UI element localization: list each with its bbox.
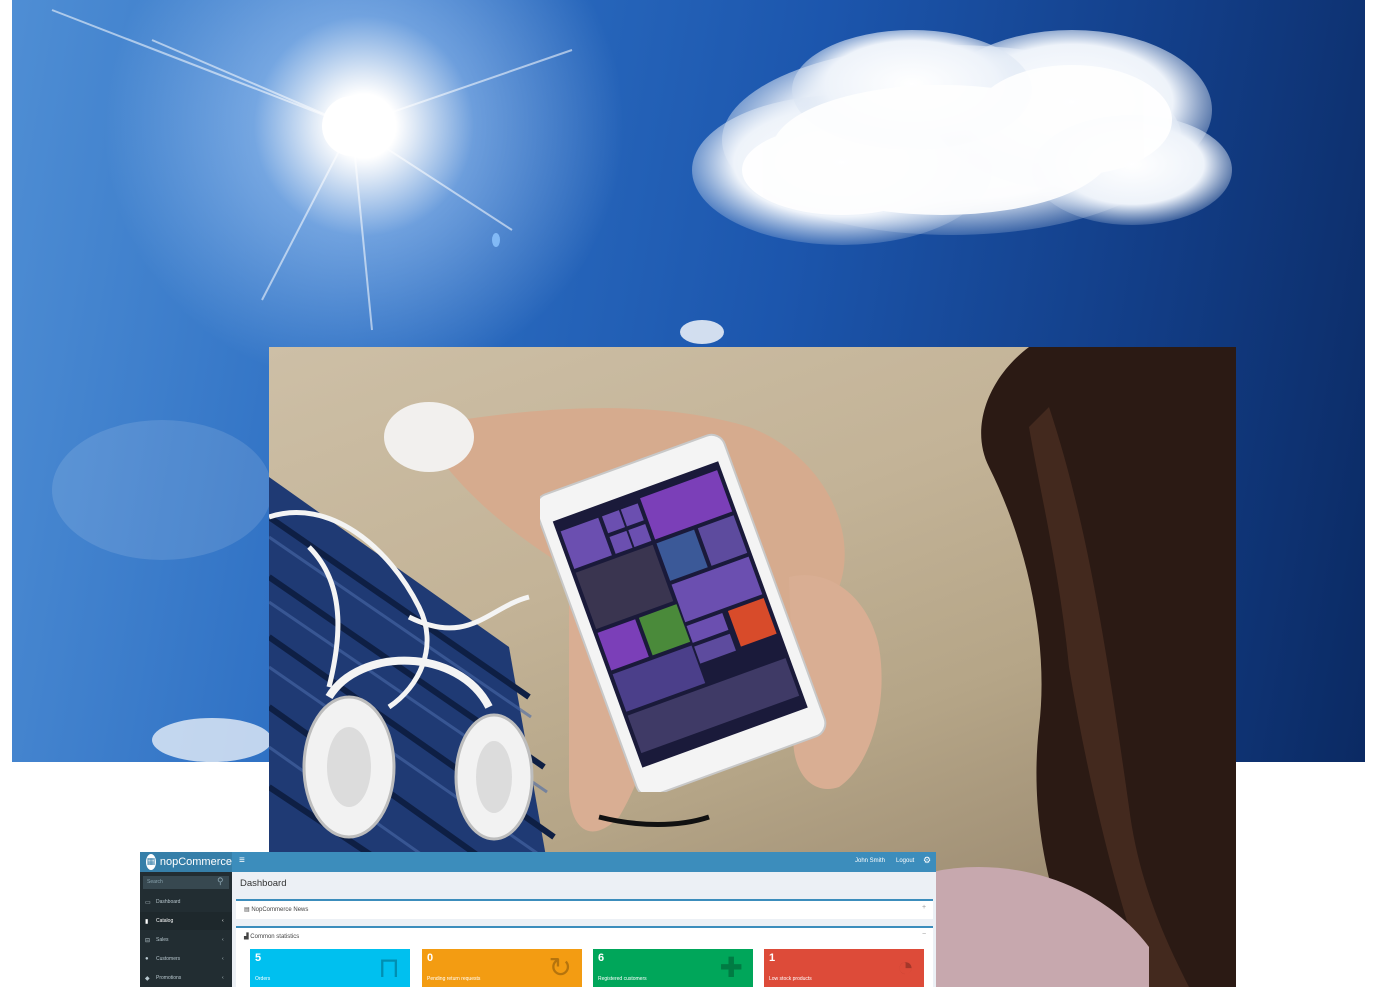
sidebar-item-label: Dashboard	[156, 899, 181, 905]
chevron-left-icon: ‹	[222, 975, 224, 981]
menu-toggle-icon[interactable]: ≡	[239, 855, 245, 866]
sidebar: Search ⚲ ▭ Dashboard ▮ Catalog ‹ ⊟ Sales…	[140, 872, 232, 987]
user-name-link[interactable]: John Smith	[855, 858, 885, 864]
sidebar-search-input[interactable]: Search ⚲	[143, 876, 229, 889]
stat-value: 0	[427, 952, 434, 964]
stat-value: 1	[769, 952, 776, 964]
sidebar-item-label: Promotions	[156, 975, 182, 981]
wristband	[598, 814, 710, 827]
refresh-icon: ↻	[548, 952, 572, 983]
stat-value: 6	[598, 952, 605, 964]
stat-box-orders[interactable]: 5 Orders ⊓	[250, 949, 410, 987]
search-icon[interactable]: ⚲	[217, 876, 224, 887]
admin-dashboard-screenshot: ▦ nopCommerce ≡ John Smith Logout ⚙ Sear…	[140, 852, 936, 987]
user-plus-icon: ✚	[719, 952, 743, 983]
chevron-left-icon: ‹	[222, 918, 224, 924]
stat-value: 5	[255, 952, 262, 964]
book-icon: ▮	[145, 918, 149, 925]
cart-icon: ⊟	[145, 937, 151, 944]
sidebar-item-dashboard[interactable]: ▭ Dashboard	[140, 893, 232, 911]
top-navbar: ▦ nopCommerce ≡ John Smith Logout ⚙	[140, 852, 936, 872]
sidebar-item-customers[interactable]: ● Customers ‹	[140, 950, 232, 968]
tag-icon: ◆	[145, 975, 150, 982]
sun-rays	[51, 9, 573, 331]
sidebar-item-label: Catalog	[156, 918, 174, 924]
stats-panel-header[interactable]: ▟ Common statistics	[244, 933, 299, 940]
stat-label: Orders	[255, 976, 271, 982]
sidebar-item-label: Sales	[156, 937, 169, 943]
sidebar-item-label: Customers	[156, 956, 181, 962]
sidebar-item-sales[interactable]: ⊟ Sales ‹	[140, 931, 232, 949]
stat-box-low-stock[interactable]: 1 Low stock products ◔	[764, 949, 924, 987]
news-panel-header[interactable]: ▤ NopCommerce News	[244, 906, 308, 913]
monitor-icon: ▭	[145, 899, 151, 906]
shopping-bag-icon: ⊓	[378, 952, 400, 983]
user-icon: ●	[145, 956, 149, 962]
chevron-left-icon: ‹	[222, 937, 224, 943]
logo-badge-icon: ▦	[146, 854, 156, 870]
main-content: Dashboard ▤ NopCommerce News + ▟ Common …	[232, 872, 936, 987]
stat-label: Low stock products	[769, 976, 812, 982]
news-panel-title: NopCommerce News	[251, 907, 309, 913]
brand-logo[interactable]: ▦ nopCommerce	[140, 852, 232, 872]
smartphone	[540, 433, 827, 792]
sidebar-item-promotions[interactable]: ◆ Promotions ‹	[140, 969, 232, 987]
search-placeholder: Search	[147, 879, 163, 885]
stat-label: Registered customers	[598, 976, 647, 982]
gear-icon[interactable]: ⚙	[923, 855, 931, 866]
stats-panel-title: Common statistics	[250, 934, 300, 940]
logout-link[interactable]: Logout	[896, 858, 914, 864]
sun	[322, 96, 382, 156]
news-panel: ▤ NopCommerce News +	[236, 899, 933, 919]
chevron-left-icon: ‹	[222, 956, 224, 962]
expand-icon[interactable]: +	[922, 904, 926, 911]
stat-box-pending-returns[interactable]: 0 Pending return requests ↻	[422, 949, 582, 987]
stat-label: Pending return requests	[427, 976, 481, 982]
sidebar-item-catalog[interactable]: ▮ Catalog ‹	[140, 912, 232, 930]
lens-flare	[492, 233, 500, 247]
logo-text: nopCommerce	[159, 856, 232, 868]
pie-chart-icon: ◔	[897, 951, 914, 982]
stat-box-registered-customers[interactable]: 6 Registered customers ✚	[593, 949, 753, 987]
page-title: Dashboard	[240, 878, 287, 889]
collapse-icon[interactable]: −	[922, 931, 926, 938]
collage: ▦ nopCommerce ≡ John Smith Logout ⚙ Sear…	[0, 0, 1382, 987]
